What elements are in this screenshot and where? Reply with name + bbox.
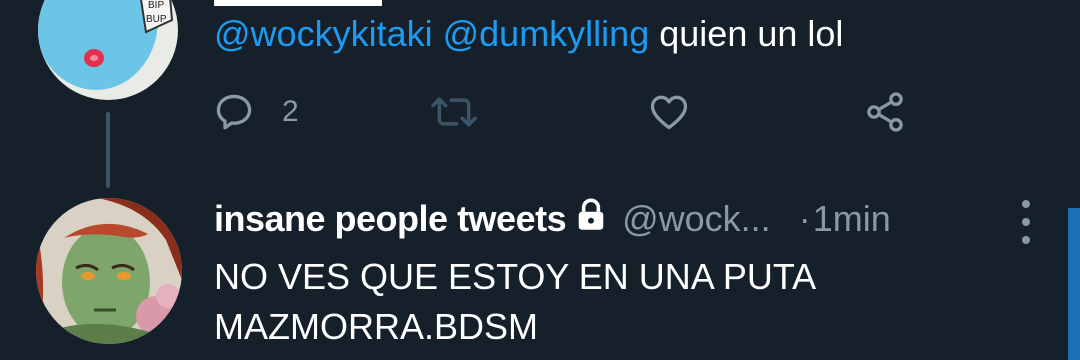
more-vertical-icon[interactable] xyxy=(1016,200,1036,244)
separator-dot: · xyxy=(798,198,811,239)
avatar-lettering-2: BIP xyxy=(148,0,164,11)
cropped-display-name xyxy=(214,0,382,6)
share-icon xyxy=(862,90,908,134)
reply-count: 2 xyxy=(282,95,299,128)
avatar[interactable]: BIP BIP BUP xyxy=(38,0,178,100)
lock-icon xyxy=(574,197,608,242)
tweet-header: insane people tweets @wock... · 1min xyxy=(214,194,891,244)
heart-icon xyxy=(646,90,692,134)
scrollbar[interactable] xyxy=(1068,208,1080,360)
tweet-text: @wockykitaki @dumkylling quien un lol xyxy=(214,12,843,56)
reply-button[interactable]: 2 xyxy=(212,90,299,134)
retweet-icon xyxy=(428,90,480,134)
avatar[interactable] xyxy=(36,198,182,344)
reply-icon xyxy=(212,90,256,134)
mention-link[interactable]: @wockykitaki xyxy=(214,13,433,54)
timestamp[interactable]: 1min xyxy=(813,198,891,240)
share-button[interactable] xyxy=(862,90,908,134)
display-name[interactable]: insane people tweets xyxy=(214,198,567,240)
tweet-body: quien un lol xyxy=(659,13,844,54)
avatar-lettering-3: BUP xyxy=(146,14,167,25)
mention-link[interactable]: @dumkylling xyxy=(443,13,650,54)
handle[interactable]: @wock... xyxy=(622,198,771,240)
like-button[interactable] xyxy=(646,90,692,134)
retweet-button[interactable] xyxy=(428,90,480,134)
thread-line xyxy=(106,112,110,188)
tweet-text: NO VES QUE ESTOY EN UNA PUTA MAZMORRA.BD… xyxy=(214,256,815,347)
